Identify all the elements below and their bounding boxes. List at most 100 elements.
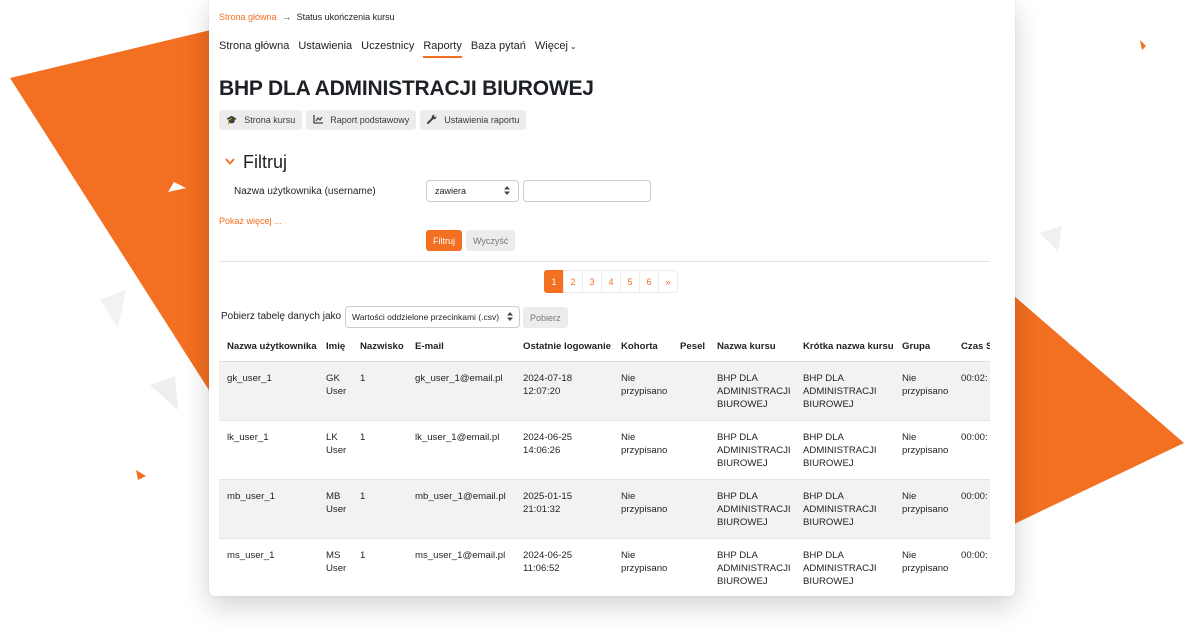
- cell-short-name: BHP DLA ADMINISTRACJI BIUROWEJ: [795, 479, 894, 539]
- cell-course: BHP DLA ADMINISTRACJI BIUROWEJ: [709, 361, 795, 421]
- cell-cohort: Nie przypisano: [613, 479, 672, 539]
- chart-icon: [313, 114, 324, 126]
- cell-group: Nie przypisano: [894, 479, 953, 539]
- cell-short-name: BHP DLA ADMINISTRACJI BIUROWEJ: [795, 538, 894, 596]
- orange-shard: [1140, 40, 1146, 50]
- report-actions: 🎓 Strona kursu Raport podstawowy Ustawie…: [219, 110, 530, 130]
- cell-email: gk_user_1@email.pl: [407, 361, 515, 421]
- cell-cohort: Nie przypisano: [613, 361, 672, 421]
- column-header[interactable]: Czas S: [953, 332, 990, 362]
- column-header[interactable]: Imię: [318, 332, 352, 362]
- filter-toggle[interactable]: Filtruj: [225, 152, 287, 173]
- column-header[interactable]: Nazwa użytkownika: [219, 332, 318, 362]
- column-header[interactable]: Grupa: [894, 332, 953, 362]
- cell-lastname: 1: [352, 538, 407, 596]
- breadcrumb: Strona główna → Status ukończenia kursu: [219, 12, 395, 22]
- wrench-icon: [427, 114, 437, 126]
- show-more-link[interactable]: Pokaż więcej ...: [219, 216, 282, 226]
- course-page-label: Strona kursu: [244, 115, 296, 125]
- cell-group: Nie przypisano: [894, 538, 953, 596]
- cell-firstname: MB User: [318, 479, 352, 539]
- nav-settings[interactable]: Ustawienia: [298, 40, 352, 58]
- cell-username: gk_user_1: [219, 361, 318, 421]
- report-table-container[interactable]: Nazwa użytkownika Imię Nazwisko E-mail O…: [219, 332, 990, 596]
- column-header[interactable]: Nazwisko: [352, 332, 407, 362]
- graduation-cap-icon: 🎓: [226, 114, 238, 125]
- basic-report-button[interactable]: Raport podstawowy: [306, 110, 417, 130]
- cell-last-login: 2024-06-25 14:06:26: [515, 420, 613, 480]
- page-3[interactable]: 3: [582, 270, 602, 293]
- sort-arrows-icon: [504, 185, 510, 197]
- cell-short-name: BHP DLA ADMINISTRACJI BIUROWEJ: [795, 361, 894, 421]
- cell-course: BHP DLA ADMINISTRACJI BIUROWEJ: [709, 538, 795, 596]
- page-next[interactable]: »: [658, 270, 678, 293]
- table-header-row: Nazwa użytkownika Imię Nazwisko E-mail O…: [219, 332, 990, 362]
- page-6[interactable]: 6: [639, 270, 659, 293]
- download-format-select[interactable]: Wartości oddzielone przecinkami (.csv): [345, 306, 520, 328]
- report-settings-label: Ustawienia raportu: [444, 115, 520, 125]
- table-row: gk_user_1 GK User 1 gk_user_1@email.pl 2…: [219, 361, 990, 421]
- column-header[interactable]: Ostatnie logowanie: [515, 332, 613, 362]
- breadcrumb-current: Status ukończenia kursu: [296, 12, 395, 22]
- page-1[interactable]: 1: [544, 270, 564, 293]
- cell-pesel: [672, 538, 709, 596]
- column-header[interactable]: Nazwa kursu: [709, 332, 795, 362]
- cell-username: lk_user_1: [219, 420, 318, 480]
- cell-time: 00:00:: [953, 538, 990, 596]
- cell-cohort: Nie przypisano: [613, 538, 672, 596]
- white-shard: [1040, 226, 1062, 252]
- cell-course: BHP DLA ADMINISTRACJI BIUROWEJ: [709, 420, 795, 480]
- cell-time: 00:00:: [953, 420, 990, 480]
- cell-email: mb_user_1@email.pl: [407, 479, 515, 539]
- nav-participants[interactable]: Uczestnicy: [361, 40, 414, 58]
- cell-email: ms_user_1@email.pl: [407, 538, 515, 596]
- nav-more-label: Więcej: [534, 40, 568, 52]
- cell-pesel: [672, 479, 709, 539]
- chevron-down-icon: ⌄: [569, 42, 577, 51]
- cell-firstname: MS User: [318, 538, 352, 596]
- cell-time: 00:02:: [953, 361, 990, 421]
- column-header[interactable]: E-mail: [407, 332, 515, 362]
- basic-report-label: Raport podstawowy: [330, 115, 410, 125]
- report-settings-button[interactable]: Ustawienia raportu: [420, 110, 527, 130]
- nav-reports[interactable]: Raporty: [423, 40, 462, 58]
- cell-pesel: [672, 361, 709, 421]
- table-row: mb_user_1 MB User 1 mb_user_1@email.pl 2…: [219, 479, 990, 539]
- cell-lastname: 1: [352, 479, 407, 539]
- username-filter-label: Nazwa użytkownika (username): [234, 186, 376, 197]
- download-button[interactable]: Pobierz: [523, 307, 568, 328]
- column-header[interactable]: Krótka nazwa kursu: [795, 332, 894, 362]
- chevron-down-icon: [225, 156, 235, 168]
- page-title: BHP DLA ADMINISTRACJI BIUROWEJ: [219, 77, 594, 100]
- page-2[interactable]: 2: [563, 270, 583, 293]
- nav-question-bank[interactable]: Baza pytań: [471, 40, 526, 58]
- page-4[interactable]: 4: [601, 270, 621, 293]
- cell-lastname: 1: [352, 420, 407, 480]
- apply-filter-button[interactable]: Filtruj: [426, 230, 462, 251]
- username-filter-input[interactable]: [523, 180, 651, 202]
- white-shard: [150, 376, 178, 410]
- course-page-button[interactable]: 🎓 Strona kursu: [219, 110, 303, 130]
- clear-filter-button[interactable]: Wyczyść: [466, 230, 516, 251]
- filter-heading: Filtruj: [243, 152, 287, 172]
- column-header[interactable]: Kohorta: [613, 332, 672, 362]
- filter-operator-select[interactable]: zawiera: [426, 180, 519, 202]
- pagination: 1 2 3 4 5 6 »: [544, 270, 678, 293]
- cell-pesel: [672, 420, 709, 480]
- nav-more[interactable]: Więcej ⌄: [535, 40, 577, 58]
- cell-time: 00:00:: [953, 479, 990, 539]
- nav-home[interactable]: Strona główna: [219, 40, 289, 58]
- download-format-value: Wartości oddzielone przecinkami (.csv): [352, 312, 500, 322]
- cell-last-login: 2025-01-15 21:01:32: [515, 479, 613, 539]
- course-nav: Strona główna Ustawienia Uczestnicy Rapo…: [219, 40, 586, 58]
- cell-cohort: Nie przypisano: [613, 420, 672, 480]
- cell-firstname: LK User: [318, 420, 352, 480]
- divider: [219, 261, 990, 262]
- filter-operator-value: zawiera: [435, 186, 467, 196]
- page-5[interactable]: 5: [620, 270, 640, 293]
- column-header[interactable]: Pesel: [672, 332, 709, 362]
- cell-course: BHP DLA ADMINISTRACJI BIUROWEJ: [709, 479, 795, 539]
- breadcrumb-home-link[interactable]: Strona główna: [219, 12, 277, 22]
- report-table: Nazwa użytkownika Imię Nazwisko E-mail O…: [219, 332, 990, 596]
- cell-email: lk_user_1@email.pl: [407, 420, 515, 480]
